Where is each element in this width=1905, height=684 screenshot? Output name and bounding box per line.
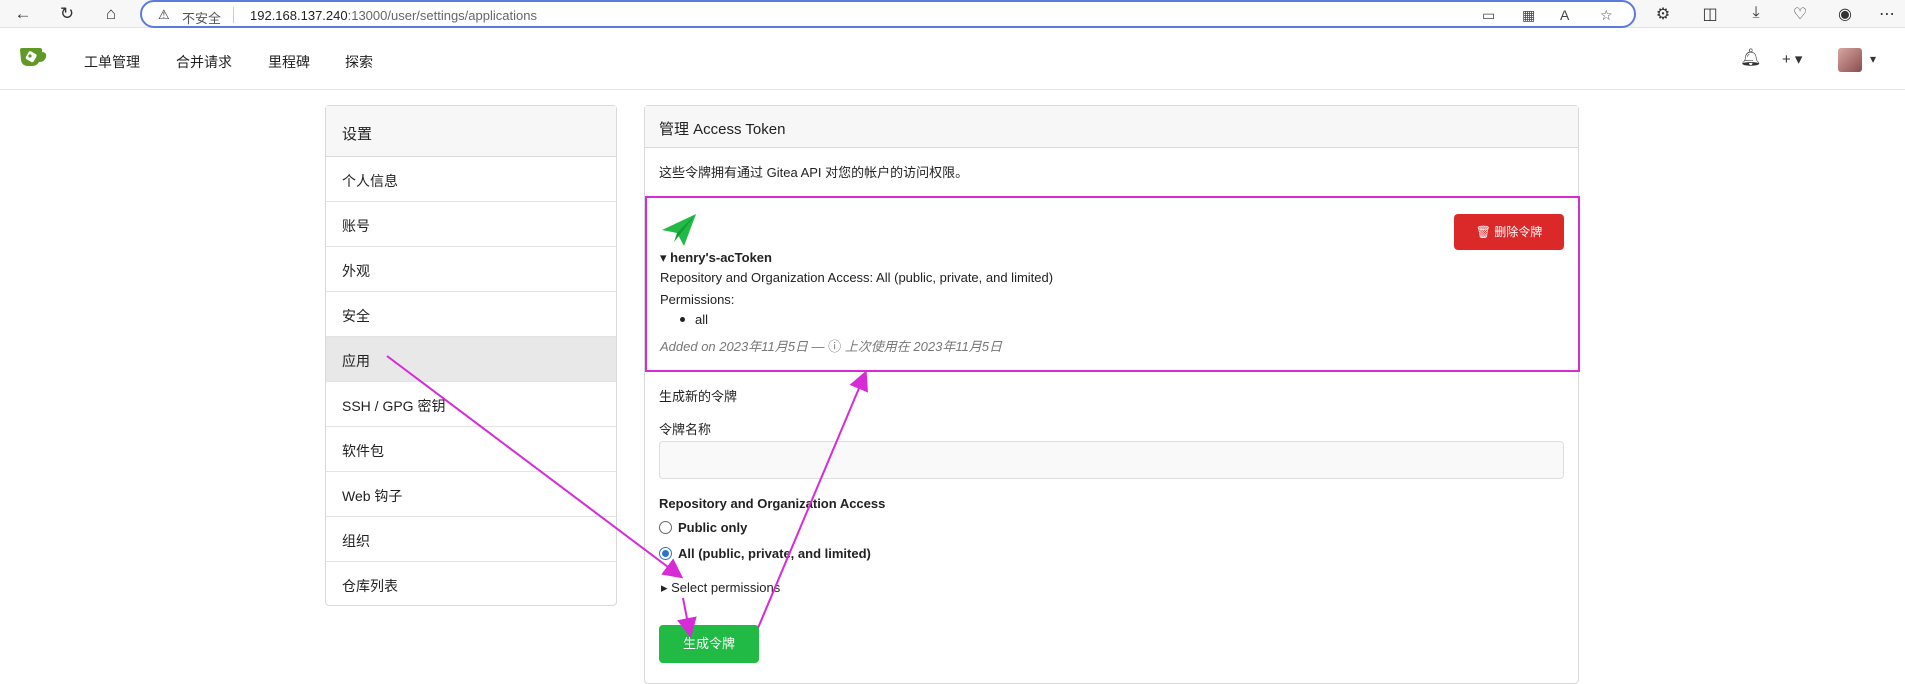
sidebar-item-packages[interactable]: 软件包 bbox=[326, 427, 616, 472]
token-access: Repository and Organization Access: All … bbox=[660, 270, 1054, 285]
split-screen-icon[interactable]: ◫ bbox=[1699, 4, 1721, 24]
url-text[interactable]: 192.168.137.240:13000/user/settings/appl… bbox=[250, 8, 537, 23]
back-icon[interactable]: ← bbox=[12, 4, 34, 24]
nav-issues[interactable]: 工单管理 bbox=[84, 52, 140, 72]
site-header: 工单管理 合并请求 里程碑 探索 🔔︎ + ▾ ▾ bbox=[0, 30, 1905, 90]
generate-token-button[interactable]: 生成令牌 bbox=[659, 625, 759, 663]
read-aloud-icon[interactable]: A bbox=[1560, 7, 1569, 23]
sidebar-item-applications[interactable]: 应用 bbox=[326, 337, 616, 382]
app-available-icon[interactable]: ▭ bbox=[1482, 7, 1495, 24]
sidebar-item-organizations[interactable]: 组织 bbox=[326, 517, 616, 562]
more-icon[interactable]: ⋯ bbox=[1876, 4, 1898, 24]
settings-sidebar: 设置 个人信息 账号 外观 安全 应用 SSH / GPG 密钥 软件包 Web… bbox=[325, 105, 617, 606]
token-item: ▾ henry's-acToken Repository and Organiz… bbox=[645, 196, 1580, 372]
sidebar-title: 设置 bbox=[326, 106, 616, 157]
favorite-star-icon[interactable]: ☆ bbox=[1600, 7, 1613, 24]
nav-milestones[interactable]: 里程碑 bbox=[268, 52, 310, 72]
nav-explore[interactable]: 探索 bbox=[345, 52, 373, 72]
trash-icon: 🗑︎ bbox=[1475, 225, 1495, 239]
radio-public-only[interactable]: Public only bbox=[659, 520, 747, 535]
reload-icon[interactable]: ↻ bbox=[56, 4, 78, 24]
address-bar[interactable]: ⚠ 不安全 192.168.137.240:13000/user/setting… bbox=[140, 0, 1636, 28]
qr-icon[interactable]: ▦ bbox=[1522, 7, 1535, 24]
sidebar-item-security[interactable]: 安全 bbox=[326, 292, 616, 337]
avatar[interactable] bbox=[1838, 48, 1862, 72]
token-dates: Added on 2023年11月5日 — ⓘ 上次使用在 2023年11月5日 bbox=[660, 339, 1003, 354]
token-permissions-label: Permissions: bbox=[660, 292, 735, 307]
token-name[interactable]: ▾ henry's-acToken bbox=[660, 250, 772, 266]
token-permission-item: all bbox=[680, 312, 708, 327]
token-name-label: 令牌名称 bbox=[659, 422, 712, 437]
delete-token-button[interactable]: 🗑︎ 删除令牌 bbox=[1454, 214, 1564, 250]
sidebar-item-ssh-gpg-keys[interactable]: SSH / GPG 密钥 bbox=[326, 382, 616, 427]
browser-essentials-icon[interactable]: ♡ bbox=[1789, 4, 1811, 24]
sidebar-item-repositories[interactable]: 仓库列表 bbox=[326, 562, 616, 607]
download-icon[interactable]: ⤓ bbox=[1745, 4, 1767, 22]
sidebar-item-webhooks[interactable]: Web 钩子 bbox=[326, 472, 616, 517]
gitea-logo-icon[interactable] bbox=[18, 44, 48, 70]
radio-all[interactable]: All (public, private, and limited) bbox=[659, 546, 871, 561]
divider bbox=[233, 7, 234, 23]
panel-title: 管理 Access Token bbox=[645, 106, 1578, 148]
home-icon[interactable]: ⌂ bbox=[100, 4, 122, 24]
sidebar-item-appearance[interactable]: 外观 bbox=[326, 247, 616, 292]
sidebar-item-profile[interactable]: 个人信息 bbox=[326, 157, 616, 202]
panel-description: 这些令牌拥有通过 Gitea API 对您的帐户的访问权限。 bbox=[659, 165, 969, 180]
access-token-panel: 管理 Access Token 这些令牌拥有通过 Gitea API 对您的帐户… bbox=[644, 105, 1580, 684]
token-name-input[interactable] bbox=[659, 441, 1564, 479]
select-permissions-toggle[interactable]: ▸ Select permissions bbox=[661, 580, 780, 596]
info-icon: ⓘ bbox=[828, 339, 845, 354]
create-plus-menu[interactable]: + ▾ bbox=[1782, 50, 1802, 68]
extensions-icon[interactable]: ⚙ bbox=[1652, 4, 1674, 24]
radio-button-checked[interactable] bbox=[659, 547, 672, 561]
profile-icon[interactable]: ◉ bbox=[1834, 4, 1856, 24]
browser-toolbar: ← ↻ ⌂ ⚠ 不安全 192.168.137.240:13000/user/s… bbox=[0, 0, 1905, 28]
generate-token-heading: 生成新的令牌 bbox=[659, 389, 738, 404]
sidebar-item-account[interactable]: 账号 bbox=[326, 202, 616, 247]
repo-access-label: Repository and Organization Access bbox=[659, 496, 886, 511]
bell-icon[interactable]: 🔔︎ bbox=[1740, 48, 1762, 68]
not-secure-label: 不安全 bbox=[182, 11, 222, 26]
send-icon bbox=[662, 214, 696, 246]
nav-pulls[interactable]: 合并请求 bbox=[176, 52, 232, 72]
radio-button[interactable] bbox=[659, 521, 672, 535]
warning-icon: ⚠ bbox=[158, 7, 170, 22]
chevron-down-icon[interactable]: ▾ bbox=[1870, 52, 1876, 66]
